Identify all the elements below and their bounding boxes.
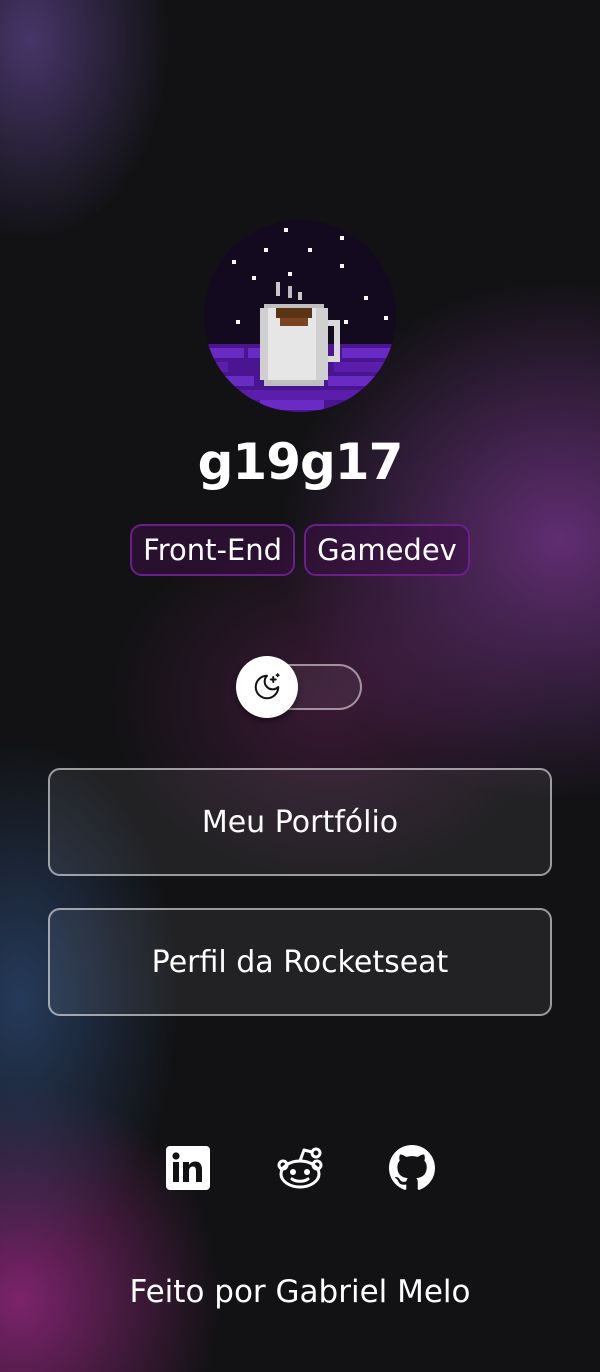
footer-author-link[interactable]: Gabriel Melo [276, 1274, 471, 1310]
tag-gamedev: Gamedev [304, 524, 470, 576]
link-tree-page: g19g17 Front-End Gamedev Meu Portfólio P… [0, 0, 600, 1372]
tag-front-end: Front-End [130, 524, 296, 576]
github-link[interactable] [388, 1144, 436, 1192]
footer: Feito por Gabriel Melo [0, 1270, 600, 1314]
theme-toggle-knob[interactable] [236, 656, 298, 718]
linkedin-icon [166, 1146, 210, 1190]
rocketseat-profile-link-button[interactable]: Perfil da Rocketseat [48, 908, 552, 1016]
username: g19g17 [197, 433, 404, 491]
theme-toggle[interactable] [236, 656, 364, 720]
moon-stars-icon [254, 673, 280, 700]
avatar [204, 220, 396, 412]
reddit-icon [277, 1147, 323, 1189]
avatar-pixel-art [204, 220, 396, 412]
footer-prefix: Feito por [129, 1274, 266, 1310]
reddit-link[interactable] [276, 1144, 324, 1192]
github-icon [389, 1145, 435, 1190]
linkedin-link[interactable] [164, 1144, 212, 1192]
portfolio-link-button[interactable]: Meu Portfólio [48, 768, 552, 876]
tag-list: Front-End Gamedev [0, 524, 600, 576]
social-links [0, 1144, 600, 1192]
